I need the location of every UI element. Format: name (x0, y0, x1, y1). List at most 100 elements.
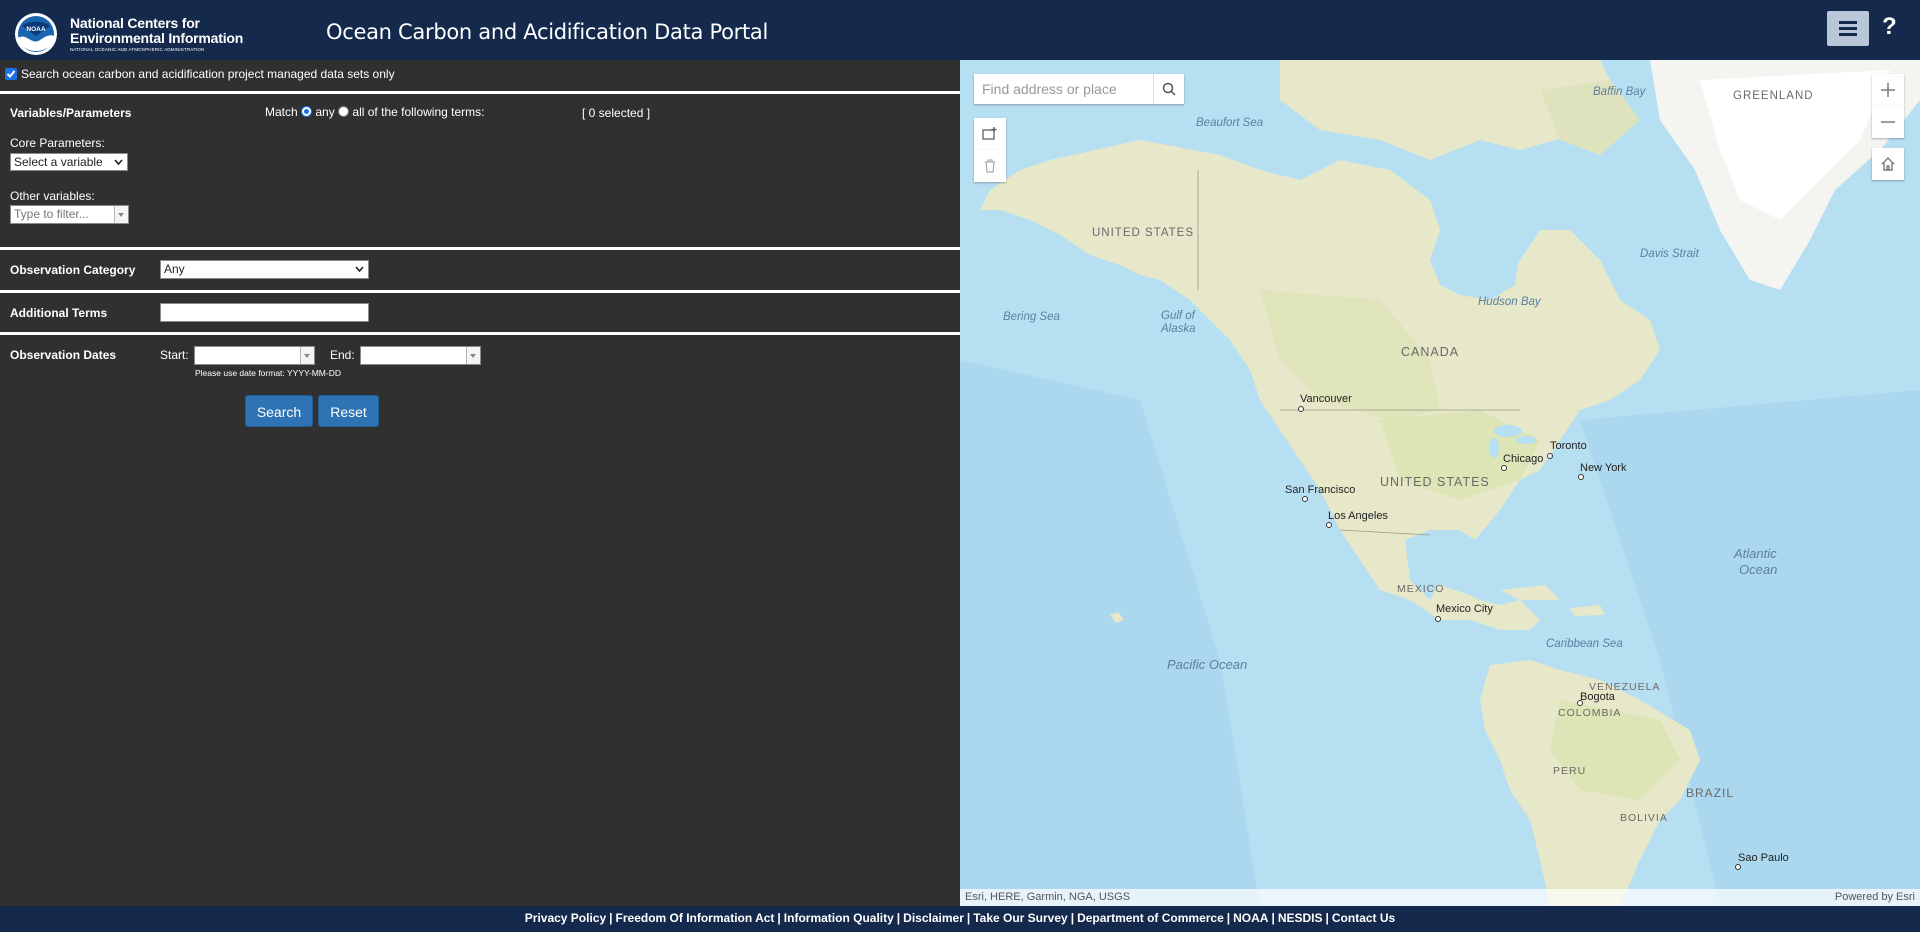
section-divider (0, 332, 960, 335)
combobox-dropdown-arrow-icon[interactable] (114, 206, 128, 223)
city-marker-mexico-city (1435, 616, 1441, 622)
map-search-placeholder: Find address or place (982, 81, 1117, 97)
other-variables-combobox[interactable]: Type to filter... (10, 205, 129, 224)
footer-link-information-quality[interactable]: Information Quality (784, 911, 894, 925)
footer-link-nesdis[interactable]: NESDIS (1278, 911, 1323, 925)
footer-link-foia[interactable]: Freedom Of Information Act (616, 911, 775, 925)
ncei-logo-text[interactable]: National Centers for Environmental Infor… (70, 16, 243, 53)
core-parameters-label: Core Parameters: (10, 136, 105, 150)
core-parameters-value: Select a variable (14, 155, 103, 169)
other-variables-placeholder: Type to filter... (14, 207, 89, 221)
city-marker-chicago (1501, 465, 1507, 471)
search-panel: Search ocean carbon and acidification pr… (0, 60, 960, 906)
footer-link-department-of-commerce[interactable]: Department of Commerce (1077, 911, 1224, 925)
start-date-label: Start: (160, 348, 189, 362)
section-divider (0, 247, 960, 250)
match-any-radio[interactable] (301, 106, 313, 117)
map-label-mexico: MEXICO (1397, 583, 1445, 595)
scope-checkbox[interactable] (5, 68, 17, 80)
map-label-atlantic-ocean-2: Ocean (1739, 562, 1778, 577)
match-all-radio[interactable] (338, 106, 350, 117)
start-date-dropdown-icon[interactable] (300, 347, 314, 364)
footer-link-privacy-policy[interactable]: Privacy Policy (525, 911, 606, 925)
map-label-atlantic-ocean-1: Atlantic (1734, 546, 1777, 561)
scope-checkbox-label: Search ocean carbon and acidification pr… (21, 67, 395, 81)
app-header: NOAA National Centers for Environmental … (0, 0, 1920, 60)
footer-separator: | (896, 911, 901, 925)
observation-category-value: Any (164, 262, 185, 276)
footer-separator: | (1226, 911, 1231, 925)
attribution-sources[interactable]: Esri, HERE, Garmin, NGA, USGS (965, 889, 1130, 906)
map-view[interactable]: Find address or place Baffin Bay GREENLA… (960, 60, 1920, 906)
footer-separator: | (1271, 911, 1275, 925)
city-marker-toronto (1547, 453, 1553, 459)
map-search-box[interactable]: Find address or place (974, 74, 1184, 104)
footer-link-contact-us[interactable]: Contact Us (1332, 911, 1395, 925)
chevron-down-icon (355, 266, 364, 273)
noaa-logo-icon[interactable]: NOAA (14, 12, 58, 56)
footer-link-noaa[interactable]: NOAA (1233, 911, 1268, 925)
map-label-davis-strait: Davis Strait (1640, 248, 1699, 260)
search-icon (1162, 82, 1176, 96)
home-icon (1881, 157, 1895, 171)
footer-separator: | (1325, 911, 1329, 925)
help-button[interactable]: ? (1882, 13, 1897, 41)
core-parameters-select[interactable]: Select a variable (10, 153, 128, 171)
map-label-caribbean-sea: Caribbean Sea (1546, 638, 1623, 650)
selected-count: [ 0 selected ] (582, 106, 651, 120)
home-extent-button[interactable] (1872, 148, 1904, 180)
map-search-button[interactable] (1153, 74, 1184, 104)
city-marker-sao-paulo (1735, 864, 1741, 870)
zoom-in-button[interactable] (1872, 74, 1904, 106)
footer-link-disclaimer[interactable]: Disclaimer (903, 911, 964, 925)
trash-icon (985, 159, 995, 173)
chevron-down-icon (114, 159, 123, 166)
map-label-bolivia: BOLIVIA (1620, 812, 1668, 824)
observation-category-select[interactable]: Any (160, 260, 369, 279)
city-marker-los-angeles (1326, 522, 1332, 528)
map-label-peru: PERU (1553, 765, 1587, 777)
map-label-gulf-of-alaska-1: Gulf of (1161, 310, 1195, 322)
footer-separator: | (609, 911, 613, 925)
logo-line1: National Centers for (70, 15, 200, 31)
end-date-dropdown-icon[interactable] (466, 347, 480, 364)
map-label-san-francisco: San Francisco (1285, 484, 1356, 496)
end-date-input[interactable] (360, 346, 481, 365)
map-label-beaufort-sea: Beaufort Sea (1196, 117, 1264, 129)
draw-extent-button[interactable] (974, 118, 1006, 150)
zoom-out-button[interactable] (1872, 106, 1904, 138)
menu-button[interactable] (1827, 11, 1869, 46)
match-label: Match (265, 105, 298, 119)
map-label-gulf-of-alaska-2: Alaska (1161, 323, 1196, 335)
checkmark-icon (6, 70, 16, 78)
start-date-input[interactable] (194, 346, 315, 365)
clear-extent-button[interactable] (974, 150, 1006, 182)
map-label-canada: CANADA (1401, 345, 1460, 359)
map-label-colombia: COLOMBIA (1558, 707, 1622, 719)
section-divider (0, 91, 960, 94)
footer-link-take-our-survey[interactable]: Take Our Survey (973, 911, 1068, 925)
map-label-bering-sea: Bering Sea (1003, 311, 1060, 323)
match-row: Match any all of the following terms: (265, 105, 484, 119)
reset-button[interactable]: Reset (318, 395, 379, 427)
end-date-label: End: (330, 348, 355, 362)
city-marker-vancouver (1298, 406, 1304, 412)
hamburger-icon (1839, 21, 1857, 36)
powered-by-esri[interactable]: Powered by Esri (1835, 889, 1915, 906)
footer-links: Privacy Policy | Freedom Of Information Ac… (0, 911, 1920, 925)
svg-text:NOAA: NOAA (26, 26, 45, 33)
footer-separator: | (966, 911, 971, 925)
map-label-chicago: Chicago (1503, 453, 1544, 465)
scope-checkbox-row[interactable]: Search ocean carbon and acidification pr… (5, 67, 395, 81)
map-label-hudson-bay: Hudson Bay (1478, 296, 1541, 308)
search-button[interactable]: Search (245, 395, 313, 427)
map-label-baffin-bay: Baffin Bay (1593, 86, 1646, 98)
map-attribution: Esri, HERE, Garmin, NGA, USGS Powered by… (960, 889, 1920, 906)
map-label-united-states: UNITED STATES (1380, 475, 1490, 489)
match-any-label: any (315, 105, 335, 119)
plus-icon (1881, 83, 1895, 97)
page-bottom-strip (0, 932, 1920, 939)
logo-line3: NATIONAL OCEANIC AND ATMOSPHERIC ADMINIS… (70, 47, 205, 52)
additional-terms-input[interactable] (160, 303, 369, 322)
observation-dates-heading: Observation Dates (10, 348, 117, 362)
